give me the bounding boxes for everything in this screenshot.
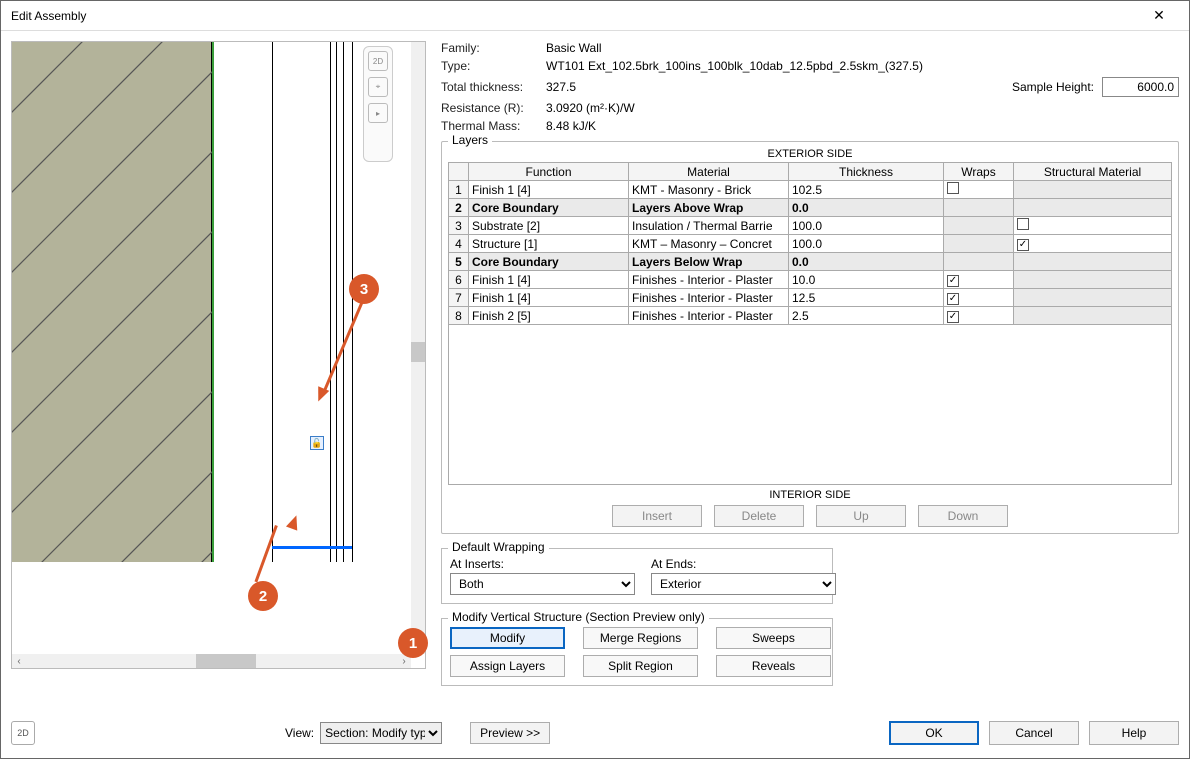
mass-value: 8.48 kJ/K — [546, 119, 1012, 133]
at-ends-label: At Ends: — [651, 557, 836, 571]
sample-height-input[interactable] — [1102, 77, 1179, 97]
assign-layers-button[interactable]: Assign Layers — [450, 655, 565, 677]
merge-regions-button[interactable]: Merge Regions — [583, 627, 698, 649]
wall-line-5 — [352, 42, 353, 562]
table-row[interactable]: 5Core BoundaryLayers Below Wrap0.0 — [449, 253, 1172, 271]
at-inserts-select[interactable]: Both — [450, 573, 635, 595]
wall-line-4 — [343, 42, 344, 562]
sample-height-label: Sample Height: — [1012, 80, 1094, 94]
help-button[interactable]: Help — [1089, 721, 1179, 745]
type-label: Type: — [441, 59, 546, 73]
thickness-value: 327.5 — [546, 80, 1012, 94]
wall-edge-green — [212, 42, 214, 562]
annotation-2: 2 — [248, 581, 278, 611]
mass-label: Thermal Mass: — [441, 119, 546, 133]
table-row[interactable]: 7Finish 1 [4]Finishes - Interior - Plast… — [449, 289, 1172, 307]
family-label: Family: — [441, 41, 546, 55]
scrollbar-vertical[interactable] — [411, 42, 425, 654]
modify-heading: Modify Vertical Structure (Section Previ… — [448, 610, 709, 624]
layers-table[interactable]: FunctionMaterialThicknessWrapsStructural… — [448, 162, 1172, 325]
view-toolbar: 2D ⌖ ▸ — [363, 46, 393, 162]
padlock-icon[interactable]: 🔓 — [310, 436, 324, 450]
resistance-label: Resistance (R): — [441, 101, 546, 115]
view-label: View: — [285, 726, 314, 740]
table-row[interactable]: 3Substrate [2]Insulation / Thermal Barri… — [449, 217, 1172, 235]
preview-viewport[interactable]: 🔓 2D ⌖ ▸ ‹› — [11, 41, 426, 669]
table-row[interactable]: 2Core BoundaryLayers Above Wrap0.0 — [449, 199, 1172, 217]
wrapping-group: Default Wrapping At Inserts: Both At End… — [441, 548, 833, 604]
at-ends-select[interactable]: Exterior — [651, 573, 836, 595]
viewcube-steer-icon[interactable]: ⌖ — [368, 77, 388, 97]
toggle-2d-icon[interactable]: 2D — [11, 721, 35, 745]
sweeps-button[interactable]: Sweeps — [716, 627, 831, 649]
modify-group: Modify Vertical Structure (Section Previ… — [441, 618, 833, 686]
wrapping-heading: Default Wrapping — [448, 540, 549, 554]
table-row[interactable]: 6Finish 1 [4]Finishes - Interior - Plast… — [449, 271, 1172, 289]
split-region-button[interactable]: Split Region — [583, 655, 698, 677]
interior-label: INTERIOR SIDE — [448, 489, 1172, 501]
annotation-1: 1 — [398, 628, 428, 658]
viewcube-home-icon[interactable]: ▸ — [368, 103, 388, 123]
layers-group: Layers EXTERIOR SIDE FunctionMaterialThi… — [441, 141, 1179, 534]
insert-button[interactable]: Insert — [612, 505, 702, 527]
ok-button[interactable]: OK — [889, 721, 979, 745]
wall-line-1 — [272, 42, 273, 562]
preview-button[interactable]: Preview >> — [470, 722, 550, 744]
bottom-blue-bar — [272, 546, 352, 549]
wall-line-3 — [336, 42, 337, 562]
down-button[interactable]: Down — [918, 505, 1008, 527]
at-inserts-label: At Inserts: — [450, 557, 635, 571]
wall-line-2 — [330, 42, 331, 562]
dialog-title: Edit Assembly — [11, 9, 1139, 23]
up-button[interactable]: Up — [816, 505, 906, 527]
cancel-button[interactable]: Cancel — [989, 721, 1079, 745]
type-value: WT101 Ext_102.5brk_100ins_100blk_10dab_1… — [546, 59, 1012, 73]
thickness-label: Total thickness: — [441, 80, 546, 94]
table-row[interactable]: 8Finish 2 [5]Finishes - Interior - Plast… — [449, 307, 1172, 325]
viewcube-2d-icon[interactable]: 2D — [368, 51, 388, 71]
wall-layer-brick — [12, 42, 212, 562]
modify-button[interactable]: Modify — [450, 627, 565, 649]
delete-button[interactable]: Delete — [714, 505, 804, 527]
table-row[interactable]: 4Structure [1]KMT – Masonry – Concret100… — [449, 235, 1172, 253]
table-row[interactable]: 1Finish 1 [4]KMT - Masonry - Brick102.5 — [449, 181, 1172, 199]
layers-heading: Layers — [448, 133, 492, 147]
exterior-label: EXTERIOR SIDE — [448, 148, 1172, 160]
view-select[interactable]: Section: Modify type — [320, 722, 442, 744]
table-empty-area — [448, 325, 1172, 485]
resistance-value: 3.0920 (m²·K)/W — [546, 101, 1012, 115]
scrollbar-horizontal[interactable]: ‹› — [12, 654, 411, 668]
annotation-3: 3 — [349, 274, 379, 304]
close-icon[interactable]: ✕ — [1139, 7, 1179, 24]
family-value: Basic Wall — [546, 41, 1012, 55]
reveals-button[interactable]: Reveals — [716, 655, 831, 677]
